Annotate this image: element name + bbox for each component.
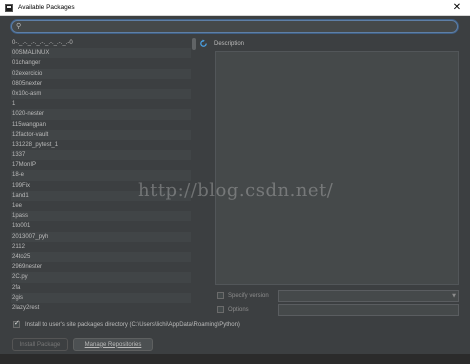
package-list-item[interactable]: 1020-nester	[11, 109, 196, 120]
background-strip	[0, 354, 470, 364]
manage-repositories-button[interactable]: Manage Repositories	[73, 338, 153, 351]
package-list-item[interactable]: 2lazy2rest	[11, 303, 196, 312]
specify-version-row: Specify version	[217, 292, 269, 299]
close-button[interactable]: ✕	[451, 2, 463, 14]
package-list-item[interactable]: 24to25	[11, 251, 196, 263]
package-list-item[interactable]: 02exercicio	[11, 68, 196, 79]
options-field[interactable]	[278, 304, 459, 316]
description-pane	[215, 51, 459, 285]
package-list-item[interactable]: 17MonIP	[11, 160, 196, 170]
package-list-item[interactable]: 1ee	[11, 201, 196, 211]
package-list-item[interactable]: 1pass	[11, 211, 196, 222]
package-list-item[interactable]: 2gis	[11, 292, 196, 303]
package-list-item[interactable]: 0-._.-._.-._.-._.-._.-._.-0	[11, 38, 196, 48]
watermark-text: http://blog.csdn.net/	[138, 180, 334, 201]
title-bar: Available Packages ✕	[0, 0, 470, 16]
install-to-user-row: Install to user's site packages director…	[13, 319, 240, 328]
window-title: Available Packages	[18, 4, 75, 11]
package-list-item[interactable]: 131228_pytest_1	[11, 140, 196, 150]
install-package-button[interactable]: Install Package	[12, 338, 68, 351]
package-list-item[interactable]: 1	[11, 99, 196, 109]
refresh-icon[interactable]	[199, 39, 208, 48]
description-label: Description	[214, 41, 245, 47]
search-icon: ⚲	[16, 22, 22, 30]
package-list-item[interactable]: 12factor-vault	[11, 129, 196, 140]
package-list-item[interactable]: 2112	[11, 242, 196, 252]
specify-version-label: Specify version	[228, 292, 269, 299]
options-label: Options	[228, 306, 249, 313]
install-to-user-checkbox[interactable]	[13, 319, 20, 328]
package-list-item[interactable]: 1337	[11, 150, 196, 161]
specify-version-checkbox[interactable]	[217, 292, 224, 299]
package-list-scrollbar[interactable]	[191, 38, 197, 312]
package-list-item[interactable]: 0805nexter	[11, 79, 196, 89]
manage-repositories-label: Manage Repositories	[84, 341, 142, 348]
package-list-item[interactable]: 01changer	[11, 58, 196, 68]
package-list-item[interactable]: 2C.py	[11, 272, 196, 283]
options-checkbox[interactable]	[217, 306, 224, 313]
package-list[interactable]: 0-._.-._.-._.-._.-._.-._.-0 00SMALINUX 01c…	[11, 38, 196, 312]
pycharm-app-icon	[5, 3, 13, 12]
package-list-item[interactable]: 2969nester	[11, 262, 196, 272]
options-row: Options	[217, 306, 249, 313]
package-list-item[interactable]: 0x10c-asm	[11, 88, 196, 100]
package-list-item[interactable]: 2013007_pyh	[11, 231, 196, 242]
package-list-item[interactable]: 115wangpan	[11, 120, 196, 130]
package-list-item[interactable]: 2fa	[11, 283, 196, 293]
scrollbar-thumb[interactable]	[192, 38, 196, 50]
chevron-down-icon: ▼	[452, 293, 456, 299]
search-input[interactable]	[24, 21, 457, 32]
package-list-item[interactable]: 00SMALINUX	[11, 48, 196, 59]
version-select[interactable]: ▼	[278, 290, 459, 302]
install-to-user-label: Install to user's site packages director…	[25, 321, 240, 328]
package-list-item[interactable]: 1to001	[11, 221, 196, 231]
search-box[interactable]: ⚲	[11, 20, 458, 33]
